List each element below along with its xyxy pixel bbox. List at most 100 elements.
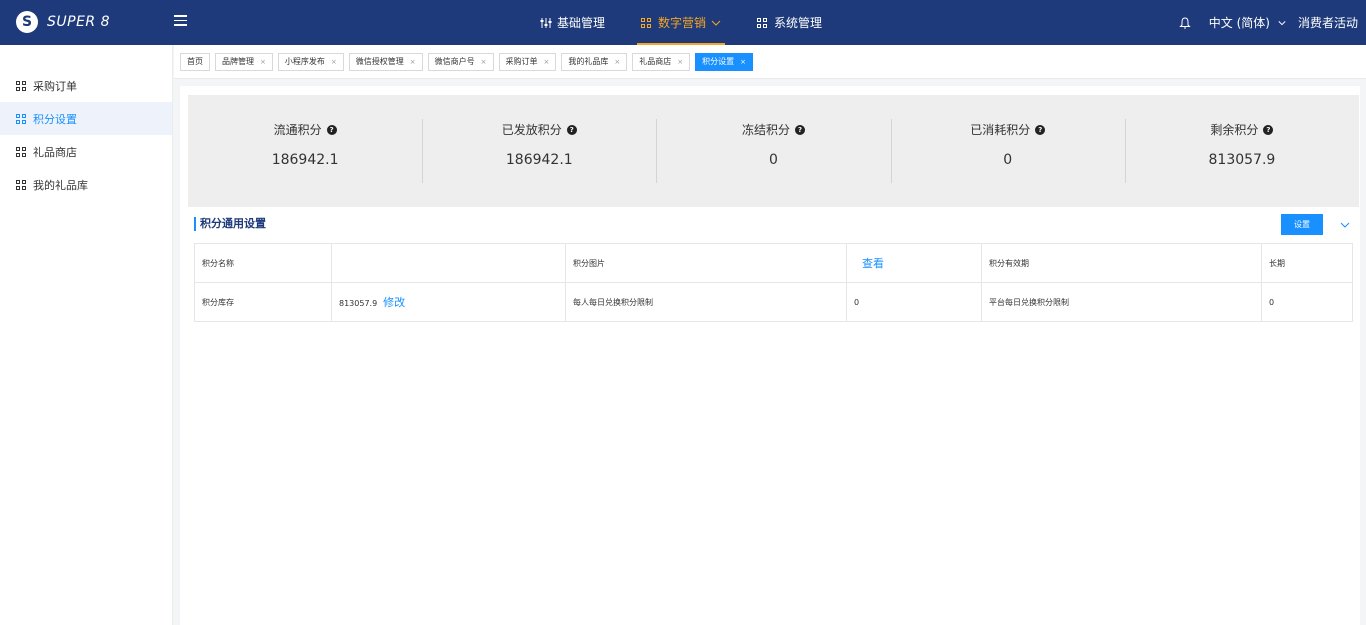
- stat-value: 813057.9: [1208, 152, 1276, 168]
- section-title: 积分通用设置: [194, 217, 266, 231]
- sidebar-item-gift-shop[interactable]: 礼品商店: [0, 135, 172, 168]
- sidebar-item-points-settings[interactable]: 积分设置: [0, 102, 172, 135]
- stat-label: 冻结积分: [742, 123, 791, 137]
- table-cell: 长期: [1261, 243, 1353, 283]
- tab-label: 小程序发布: [284, 57, 325, 66]
- table-cell: 积分有效期: [981, 243, 1262, 283]
- bell-icon[interactable]: [1179, 16, 1191, 29]
- nav-basic-management[interactable]: 基础管理: [540, 0, 605, 45]
- close-icon[interactable]: ×: [614, 58, 620, 66]
- table-cell: 查看: [846, 243, 982, 283]
- tab-miniprogram-publish[interactable]: 小程序发布 ×: [277, 52, 344, 71]
- header-tools: 中文 (简体) 消费者活动: [1165, 0, 1358, 45]
- table-cell: 0: [1261, 282, 1353, 322]
- close-icon[interactable]: ×: [677, 58, 683, 66]
- help-icon[interactable]: ?: [1263, 124, 1274, 135]
- sidebar: 采购订单 积分设置 礼品商店 我的礼品库: [0, 45, 173, 625]
- logo[interactable]: S SUPER 8: [16, 11, 110, 33]
- sidebar-item-label: 采购订单: [33, 79, 77, 93]
- sidebar-item-purchase-orders[interactable]: 采购订单: [0, 69, 172, 102]
- grid-icon: [16, 179, 26, 190]
- close-icon[interactable]: ×: [740, 58, 746, 66]
- stat-value: 0: [769, 152, 778, 168]
- nav-label: 基础管理: [557, 16, 606, 30]
- stat-value: 0: [1003, 152, 1013, 168]
- stock-value: 813057.9: [339, 299, 378, 308]
- stat-consumed-points: 已消耗积分? 0: [890, 95, 1125, 207]
- help-icon[interactable]: ?: [566, 124, 577, 135]
- grid-icon: [757, 17, 768, 28]
- top-navigation-bar: S SUPER 8 基础管理 数字营销 系统管理 中文 (简体) 消费者活动: [0, 0, 1366, 45]
- stat-issued-points: 已发放积分? 186942.1: [422, 95, 656, 207]
- table-cell: 平台每日兑换积分限制: [981, 282, 1262, 322]
- table-row: 积分名称 积分图片 查看 积分有效期 长期: [194, 243, 1353, 283]
- settings-button[interactable]: 设置: [1281, 214, 1323, 235]
- nav-label: 系统管理: [774, 16, 823, 30]
- chevron-down-icon[interactable]: [1340, 220, 1350, 230]
- stat-remaining-points: 剩余积分? 813057.9: [1124, 95, 1359, 207]
- table-cell: 0: [846, 282, 982, 322]
- tab-purchase-orders[interactable]: 采购订单 ×: [498, 52, 557, 71]
- close-icon[interactable]: ×: [331, 58, 337, 66]
- nav-system-management[interactable]: 系统管理: [757, 0, 822, 45]
- stat-label: 流通积分: [273, 123, 322, 137]
- tab-label: 采购订单: [505, 57, 538, 66]
- logo-mark: S: [16, 11, 38, 33]
- nav-digital-marketing[interactable]: 数字营销: [637, 0, 726, 45]
- table-cell: 积分名称: [194, 243, 332, 283]
- tab-label: 微信商户号: [434, 57, 475, 66]
- close-icon[interactable]: ×: [260, 58, 266, 66]
- chevron-down-icon: [711, 20, 721, 26]
- table-row: 积分库存 813057.9 修改 每人每日兑换积分限制 0 平台每日兑换积分限制 …: [194, 282, 1353, 322]
- sidebar-item-label: 礼品商店: [33, 145, 77, 159]
- tab-gift-shop[interactable]: 礼品商店 ×: [632, 52, 691, 71]
- table-cell: 积分库存: [194, 282, 332, 322]
- tab-label: 品牌管理: [222, 57, 254, 66]
- table-cell: 每人每日兑换积分限制: [565, 282, 847, 322]
- tab-wechat-auth[interactable]: 微信授权管理 ×: [348, 52, 423, 71]
- nav-label: 数字营销: [658, 16, 707, 30]
- close-icon[interactable]: ×: [544, 58, 550, 66]
- help-icon[interactable]: ?: [1035, 124, 1046, 135]
- user-menu[interactable]: 消费者活动: [1298, 14, 1358, 31]
- tab-label: 积分设置: [702, 57, 735, 66]
- menu-toggle-icon[interactable]: [174, 15, 187, 28]
- tab-points-settings[interactable]: 积分设置 ×: [695, 52, 753, 71]
- stat-label: 已发放积分: [501, 123, 562, 137]
- stat-label: 已消耗积分: [970, 123, 1031, 137]
- tab-wechat-merchant[interactable]: 微信商户号 ×: [427, 52, 494, 71]
- language-selector[interactable]: 中文 (简体): [1209, 14, 1270, 31]
- stat-frozen-points: 冻结积分? 0: [656, 95, 890, 207]
- tab-home[interactable]: 首页: [180, 52, 210, 71]
- tab-brand-management[interactable]: 品牌管理 ×: [215, 52, 273, 71]
- grid-icon: [16, 146, 26, 157]
- tab-label: 礼品商店: [639, 57, 672, 66]
- grid-icon: [16, 80, 26, 91]
- sidebar-item-label: 积分设置: [33, 112, 77, 126]
- tabs-bar: 首页 品牌管理 × 小程序发布 × 微信授权管理 × 微信商户号 × 采购订单 × 我的礼…: [174, 45, 1366, 79]
- help-icon[interactable]: ?: [795, 124, 806, 135]
- help-icon[interactable]: ?: [326, 124, 337, 135]
- stat-label: 剩余积分: [1210, 123, 1259, 137]
- tab-label: 微信授权管理: [355, 57, 404, 66]
- tab-label: 首页: [187, 57, 203, 66]
- tab-label: 我的礼品库: [568, 57, 609, 66]
- edit-stock-link[interactable]: 修改: [383, 296, 405, 309]
- close-icon[interactable]: ×: [481, 58, 487, 66]
- logo-text: SUPER 8: [47, 14, 111, 30]
- points-settings-table: 积分名称 积分图片 查看 积分有效期 长期 积分库存 813057.9 修改 每人…: [194, 243, 1353, 322]
- grid-icon: [641, 17, 652, 28]
- sidebar-item-label: 我的礼品库: [33, 178, 88, 192]
- sidebar-item-my-gift-library[interactable]: 我的礼品库: [0, 168, 172, 201]
- stat-value: 186942.1: [271, 152, 339, 168]
- table-cell: 积分图片: [565, 243, 847, 283]
- stat-circulating-points: 流通积分? 186942.1: [188, 95, 422, 207]
- main-nav: 基础管理 数字营销 系统管理: [540, 0, 858, 45]
- close-icon[interactable]: ×: [410, 58, 416, 66]
- sliders-icon: [540, 17, 552, 28]
- tab-my-gift-library[interactable]: 我的礼品库 ×: [561, 52, 628, 71]
- grid-icon: [16, 113, 26, 124]
- table-cell: [331, 243, 566, 283]
- view-image-link[interactable]: 查看: [862, 257, 884, 270]
- chevron-down-icon[interactable]: [1278, 19, 1286, 27]
